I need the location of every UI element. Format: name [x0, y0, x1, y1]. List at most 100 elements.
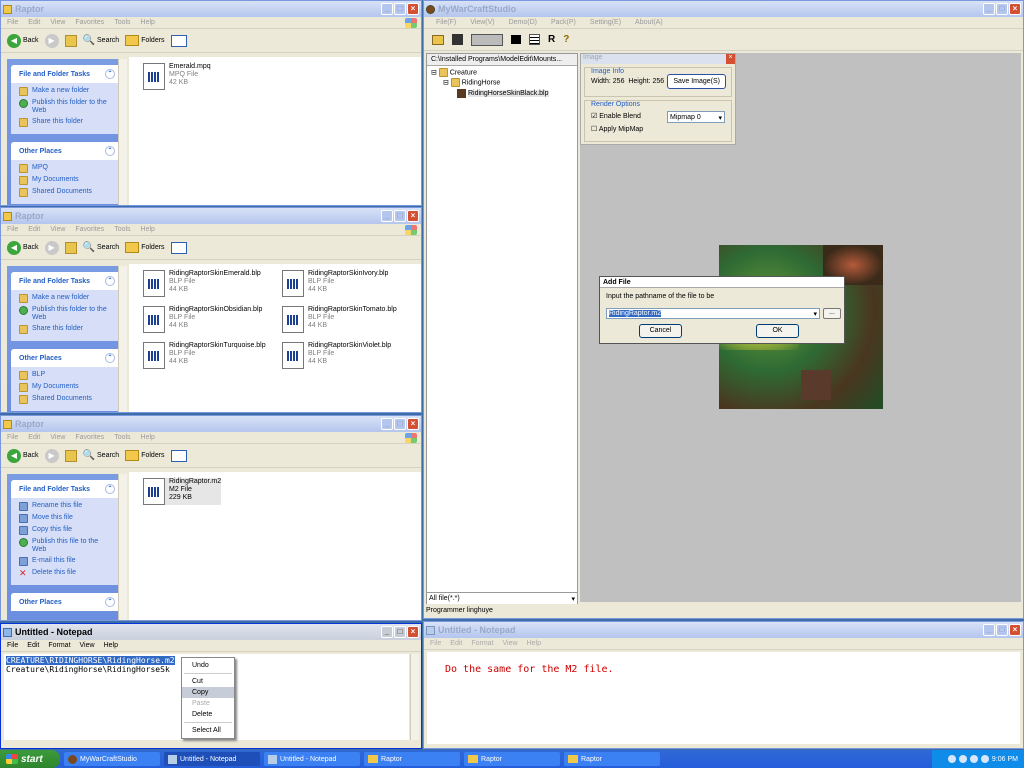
places-header[interactable]: Other Places ⌃	[11, 593, 121, 611]
forward-button[interactable]: ▶	[44, 240, 59, 255]
maximize-button[interactable]: □	[394, 418, 406, 430]
menu-favorites[interactable]: Favorites	[75, 226, 104, 233]
task-new-folder[interactable]: Make a new folder	[19, 294, 113, 303]
taskbar-raptor[interactable]: Raptor	[464, 752, 560, 766]
search-button[interactable]: 🔍 Search	[83, 35, 120, 46]
text-editor[interactable]: Do the same for the M2 file.	[427, 652, 1020, 744]
task-move[interactable]: Move this file	[19, 514, 113, 523]
menu-edit[interactable]: Edit	[28, 19, 40, 26]
menu-tools[interactable]: Tools	[114, 226, 130, 233]
file-item[interactable]: Emerald.mpq MPQ File 42 KB	[143, 63, 211, 90]
close-button[interactable]: ×	[407, 3, 419, 15]
menu-favorites[interactable]: Favorites	[75, 434, 104, 441]
taskbar-raptor[interactable]: Raptor	[364, 752, 460, 766]
file-item[interactable]: RidingRaptorSkinEmerald.blp BLP File 44 KB	[143, 270, 261, 297]
filter-select[interactable]: All file(*.*) ▾	[427, 592, 577, 604]
tree-node[interactable]: ⊟ RidingHorse	[431, 78, 573, 88]
search-button[interactable]: 🔍 Search	[83, 242, 120, 253]
menu-copy[interactable]: Copy	[182, 687, 234, 698]
close-button[interactable]: ×	[1009, 3, 1021, 15]
minimize-button[interactable]: _	[381, 626, 393, 638]
cancel-button[interactable]: Cancel	[639, 324, 682, 338]
places-header[interactable]: Other Places ⌃	[11, 349, 121, 367]
task-scrollbar[interactable]	[118, 59, 127, 205]
menu-demo[interactable]: Demo(D)	[509, 19, 537, 26]
menu-help[interactable]: Help	[104, 642, 118, 649]
file-item[interactable]: RidingRaptorSkinTurquoise.blp BLP File 44 …	[143, 342, 266, 369]
file-item-selected[interactable]: RidingRaptor.m2 M2 File 229 KB	[143, 478, 222, 505]
task-email[interactable]: E-mail this file	[19, 557, 113, 566]
menu-view[interactable]: View	[80, 642, 95, 649]
back-button[interactable]: ◀ Back	[7, 448, 39, 463]
task-share[interactable]: Share this folder	[19, 118, 113, 127]
task-publish[interactable]: Publish this folder to the Web	[19, 99, 113, 115]
menu-setting[interactable]: Setting(E)	[590, 19, 621, 26]
task-new-folder[interactable]: Make a new folder	[19, 87, 113, 96]
clock[interactable]: 9:06 PM	[992, 756, 1018, 763]
dialog-title[interactable]: Add File	[600, 277, 844, 288]
file-item[interactable]: RidingRaptorSkinViolet.blp BLP File 44 KB	[282, 342, 391, 369]
search-button[interactable]: 🔍 Search	[83, 450, 120, 461]
task-copy[interactable]: Copy this file	[19, 526, 113, 535]
file-item[interactable]: RidingRaptorSkinIvory.blp BLP File 44 KB	[282, 270, 388, 297]
menu-file[interactable]: File	[7, 434, 18, 441]
menu-format[interactable]: Format	[471, 640, 493, 647]
menu-view[interactable]: View	[503, 640, 518, 647]
menu-file[interactable]: File	[7, 642, 18, 649]
task-rename[interactable]: Rename this file	[19, 502, 113, 511]
menu-view[interactable]: View	[50, 226, 65, 233]
place-item[interactable]: My Documents	[19, 176, 113, 185]
r-icon[interactable]: R	[548, 34, 555, 45]
menu-format[interactable]: Format	[48, 642, 70, 649]
color-dropdown[interactable]	[471, 33, 503, 46]
volume-icon[interactable]	[980, 755, 989, 763]
back-button[interactable]: ◀ Back	[7, 240, 39, 255]
views-icon[interactable]	[170, 449, 187, 462]
minimize-button[interactable]: _	[381, 3, 393, 15]
help-icon[interactable]: ?	[563, 34, 569, 45]
tray-icon[interactable]	[969, 755, 978, 763]
menu-edit[interactable]: Edit	[28, 226, 40, 233]
maximize-button[interactable]: □	[394, 626, 406, 638]
collapse-icon[interactable]: ⌃	[105, 353, 115, 363]
menu-help[interactable]: Help	[527, 640, 541, 647]
close-button[interactable]: ×	[407, 418, 419, 430]
browse-button[interactable]: ...	[823, 308, 841, 319]
up-folder-icon[interactable]	[64, 449, 77, 462]
minimize-button[interactable]: _	[983, 3, 995, 15]
menu-file[interactable]: File	[430, 640, 441, 647]
maximize-button[interactable]: □	[394, 210, 406, 222]
task-publish[interactable]: Publish this file to the Web	[19, 538, 113, 554]
place-item[interactable]: My Documents	[19, 383, 113, 392]
place-item[interactable]: BLP	[19, 371, 113, 380]
up-folder-icon[interactable]	[64, 241, 77, 254]
title-bar[interactable]: Raptor _ □ ×	[1, 416, 421, 432]
file-item[interactable]: RidingRaptorSkinTomato.blp BLP File 44 KB	[282, 306, 397, 333]
menu-tools[interactable]: Tools	[114, 434, 130, 441]
tasks-header[interactable]: File and Folder Tasks ⌃	[11, 480, 121, 498]
views-icon[interactable]	[170, 34, 187, 47]
collapse-icon[interactable]: ⌃	[105, 484, 115, 494]
menu-file[interactable]: File(F)	[436, 19, 456, 26]
taskbar-raptor[interactable]: Raptor	[564, 752, 660, 766]
dropdown-icon[interactable]: ▾	[571, 595, 575, 603]
menu-delete[interactable]: Delete	[182, 709, 234, 720]
forward-button[interactable]: ▶	[44, 33, 59, 48]
task-share[interactable]: Share this folder	[19, 325, 113, 334]
maximize-button[interactable]: □	[394, 3, 406, 15]
file-item[interactable]: RidingRaptorSkinObsidian.blp BLP File 44 K…	[143, 306, 262, 333]
close-button[interactable]: ×	[1009, 624, 1021, 636]
title-bar[interactable]: Untitled - Notepad _ □ ×	[424, 622, 1023, 638]
tray-icon[interactable]	[958, 755, 967, 763]
forward-button[interactable]: ▶	[44, 448, 59, 463]
menu-edit[interactable]: Edit	[28, 434, 40, 441]
menu-about[interactable]: About(A)	[635, 19, 663, 26]
menu-help[interactable]: Help	[141, 434, 155, 441]
title-bar[interactable]: Untitled - Notepad _ □ ×	[1, 624, 421, 640]
folders-button[interactable]: Folders	[125, 35, 165, 46]
save-icon[interactable]	[452, 34, 463, 45]
collapse-icon[interactable]: ⌃	[105, 69, 115, 79]
menu-pack[interactable]: Pack(P)	[551, 19, 576, 26]
menu-help[interactable]: Help	[141, 19, 155, 26]
places-header[interactable]: Other Places ⌃	[11, 142, 121, 160]
